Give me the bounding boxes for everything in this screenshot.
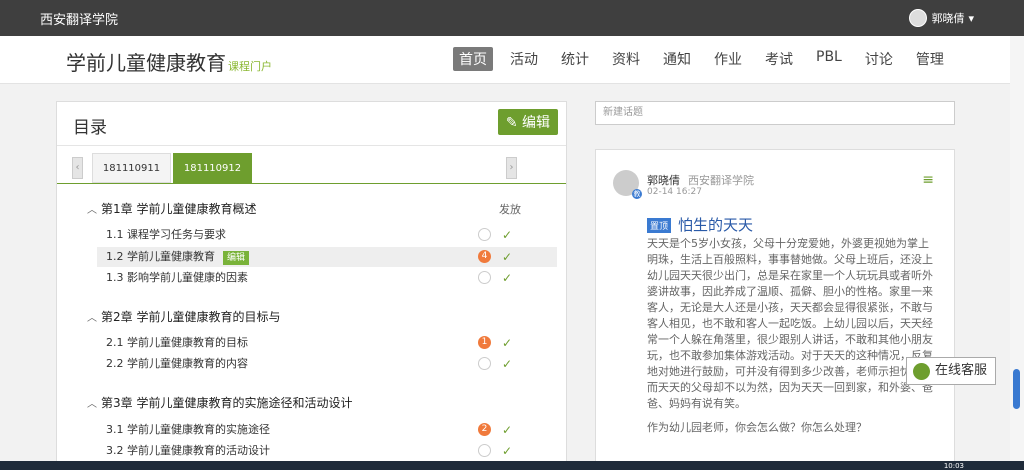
edit-button[interactable]: ✎ 编辑 (497, 109, 558, 135)
chapter-1[interactable]: ︿ 第1章 学前儿童健康教育概述 (87, 200, 256, 217)
nav-exams[interactable]: 考试 (759, 47, 799, 71)
section-row[interactable]: 1.2 学前儿童健康教育 编辑 4 ✓ (97, 247, 557, 267)
section-row[interactable]: 1.3 影响学前儿童健康的因素 ✓ (97, 268, 557, 288)
check-icon[interactable]: ✓ (502, 441, 512, 461)
post-question: 作为幼儿园老师，你会怎么做？你怎么处理？ (647, 421, 867, 434)
course-title-text: 学前儿童健康教育 (66, 51, 226, 75)
nav-manage[interactable]: 管理 (910, 47, 950, 71)
section-row[interactable]: 2.1 学前儿童健康教育的目标 1 ✓ (97, 333, 557, 353)
task-count-badge[interactable]: 2 (478, 423, 491, 436)
section-label[interactable]: 2.1 学前儿童健康教育的目标 (106, 336, 248, 349)
top-bar: 西安翻译学院 郭晓倩 ▾ (0, 0, 1024, 36)
status-circle-icon[interactable] (478, 228, 491, 241)
catalog-title: 目录 (73, 118, 107, 138)
post-author-line: 郭晓倩 西安翻译学院 (647, 172, 754, 188)
new-topic-input[interactable]: 新建话题 (595, 101, 955, 125)
chevron-up-icon[interactable]: ︿ (87, 309, 101, 324)
course-header: 学前儿童健康教育 课程门户 首页 活动 统计 资料 通知 作业 考试 PBL 讨论… (0, 36, 1010, 84)
post-body: 天天是个5岁小女孩，父母十分宠爱她，外婆更视她为掌上明珠，生活上百般照料，事事替… (647, 237, 933, 410)
status-circle-icon[interactable] (478, 271, 491, 284)
chat-icon (913, 363, 930, 380)
post-time: 02-14 16:27 (647, 187, 702, 197)
nav-materials[interactable]: 资料 (606, 47, 646, 71)
catalog-header: 目录 ✎ 编辑 (57, 102, 566, 146)
teacher-badge: 教 (632, 189, 642, 199)
check-icon[interactable]: ✓ (502, 225, 512, 245)
section-row[interactable]: 3.2 学前儿童健康教育的活动设计 ✓ (97, 441, 557, 461)
tab-class-181110912[interactable]: 181110912 (173, 153, 252, 183)
section-row[interactable]: 3.1 学前儿童健康教育的实施途径 2 ✓ (97, 420, 557, 440)
pencil-icon: ✎ (505, 115, 522, 131)
pinned-badge: 置顶 (647, 218, 672, 233)
catalog-panel: 目录 ✎ 编辑 ‹ 181110911 181110912 › 发放 ︿ 第1章 … (56, 101, 567, 470)
class-tabs: ‹ 181110911 181110912 › (57, 153, 566, 183)
os-taskbar: 10:03 (0, 461, 1024, 470)
task-count-badge[interactable]: 4 (478, 250, 491, 263)
course-portal-link[interactable]: 课程门户 (228, 60, 272, 73)
check-icon[interactable]: ✓ (502, 420, 512, 440)
chapter-title: 第3章 学前儿童健康教育的实施途径和活动设计 (101, 396, 353, 410)
nav-home[interactable]: 首页 (453, 47, 493, 71)
post-title[interactable]: 怕生的天天 (678, 214, 753, 235)
taskbar-clock: 10:03 (943, 462, 964, 470)
discussion-post: 教 郭晓倩 西安翻译学院 02-14 16:27 ≡ 置顶 怕生的天天 天天是个5… (595, 149, 955, 470)
section-label[interactable]: 3.1 学前儿童健康教育的实施途径 (106, 423, 270, 436)
nav-homework[interactable]: 作业 (708, 47, 748, 71)
distribute-column-header: 发放 (499, 203, 521, 216)
menu-icon[interactable]: ≡ (922, 172, 934, 188)
user-name[interactable]: 郭晓倩 (931, 10, 964, 26)
check-icon[interactable]: ✓ (502, 247, 512, 267)
post-author[interactable]: 郭晓倩 (647, 174, 680, 187)
course-nav: 首页 活动 统计 资料 通知 作业 考试 PBL 讨论 管理 (453, 47, 961, 71)
section-label[interactable]: 1.1 课程学习任务与要求 (106, 228, 226, 241)
check-icon[interactable]: ✓ (502, 333, 512, 353)
section-label[interactable]: 1.3 影响学前儿童健康的因素 (106, 271, 248, 284)
nav-notices[interactable]: 通知 (657, 47, 697, 71)
chevron-left-icon[interactable]: ‹ (72, 157, 83, 179)
task-count-badge[interactable]: 1 (478, 336, 491, 349)
post-org: 西安翻译学院 (688, 174, 754, 187)
edit-label: 编辑 (522, 115, 550, 131)
chevron-up-icon[interactable]: ︿ (87, 201, 101, 216)
tab-class-181110911[interactable]: 181110911 (92, 153, 171, 183)
course-title: 学前儿童健康教育 课程门户 (66, 47, 272, 76)
check-icon[interactable]: ✓ (502, 354, 512, 374)
tab-divider (57, 183, 566, 184)
chevron-down-icon[interactable]: ▾ (968, 12, 974, 25)
section-row[interactable]: 1.1 课程学习任务与要求 ✓ (97, 225, 557, 245)
chapter-2[interactable]: ︿ 第2章 学前儿童健康教育的目标与 (87, 308, 280, 325)
nav-activity[interactable]: 活动 (504, 47, 544, 71)
chapter-3[interactable]: ︿ 第3章 学前儿童健康教育的实施途径和活动设计 (87, 394, 352, 411)
author-avatar[interactable]: 教 (613, 170, 642, 199)
nav-pbl[interactable]: PBL (810, 47, 848, 71)
chapter-title: 第2章 学前儿童健康教育的目标与 (101, 310, 281, 324)
school-name[interactable]: 西安翻译学院 (40, 9, 118, 28)
online-service-label: 在线客服 (935, 363, 988, 378)
nav-discussion[interactable]: 讨论 (859, 47, 899, 71)
user-menu[interactable]: 郭晓倩 ▾ (909, 9, 974, 27)
section-label[interactable]: 1.2 学前儿童健康教育 (106, 250, 215, 263)
page-scrollbar[interactable] (1010, 36, 1024, 461)
online-service-button[interactable]: 在线客服 (906, 357, 996, 385)
chevron-up-icon[interactable]: ︿ (87, 395, 101, 410)
section-label[interactable]: 3.2 学前儿童健康教育的活动设计 (106, 444, 270, 457)
status-circle-icon[interactable] (478, 357, 491, 370)
check-icon[interactable]: ✓ (502, 268, 512, 288)
user-avatar[interactable] (909, 9, 928, 27)
section-label[interactable]: 2.2 学前儿童健康教育的内容 (106, 357, 248, 370)
status-circle-icon[interactable] (478, 444, 491, 457)
chapter-title: 第1章 学前儿童健康教育概述 (101, 202, 257, 216)
nav-stats[interactable]: 统计 (555, 47, 595, 71)
chevron-right-icon[interactable]: › (506, 157, 517, 179)
scrollbar-thumb[interactable] (1013, 369, 1020, 409)
section-row[interactable]: 2.2 学前儿童健康教育的内容 ✓ (97, 354, 557, 374)
section-edit-badge[interactable]: 编辑 (223, 251, 250, 265)
